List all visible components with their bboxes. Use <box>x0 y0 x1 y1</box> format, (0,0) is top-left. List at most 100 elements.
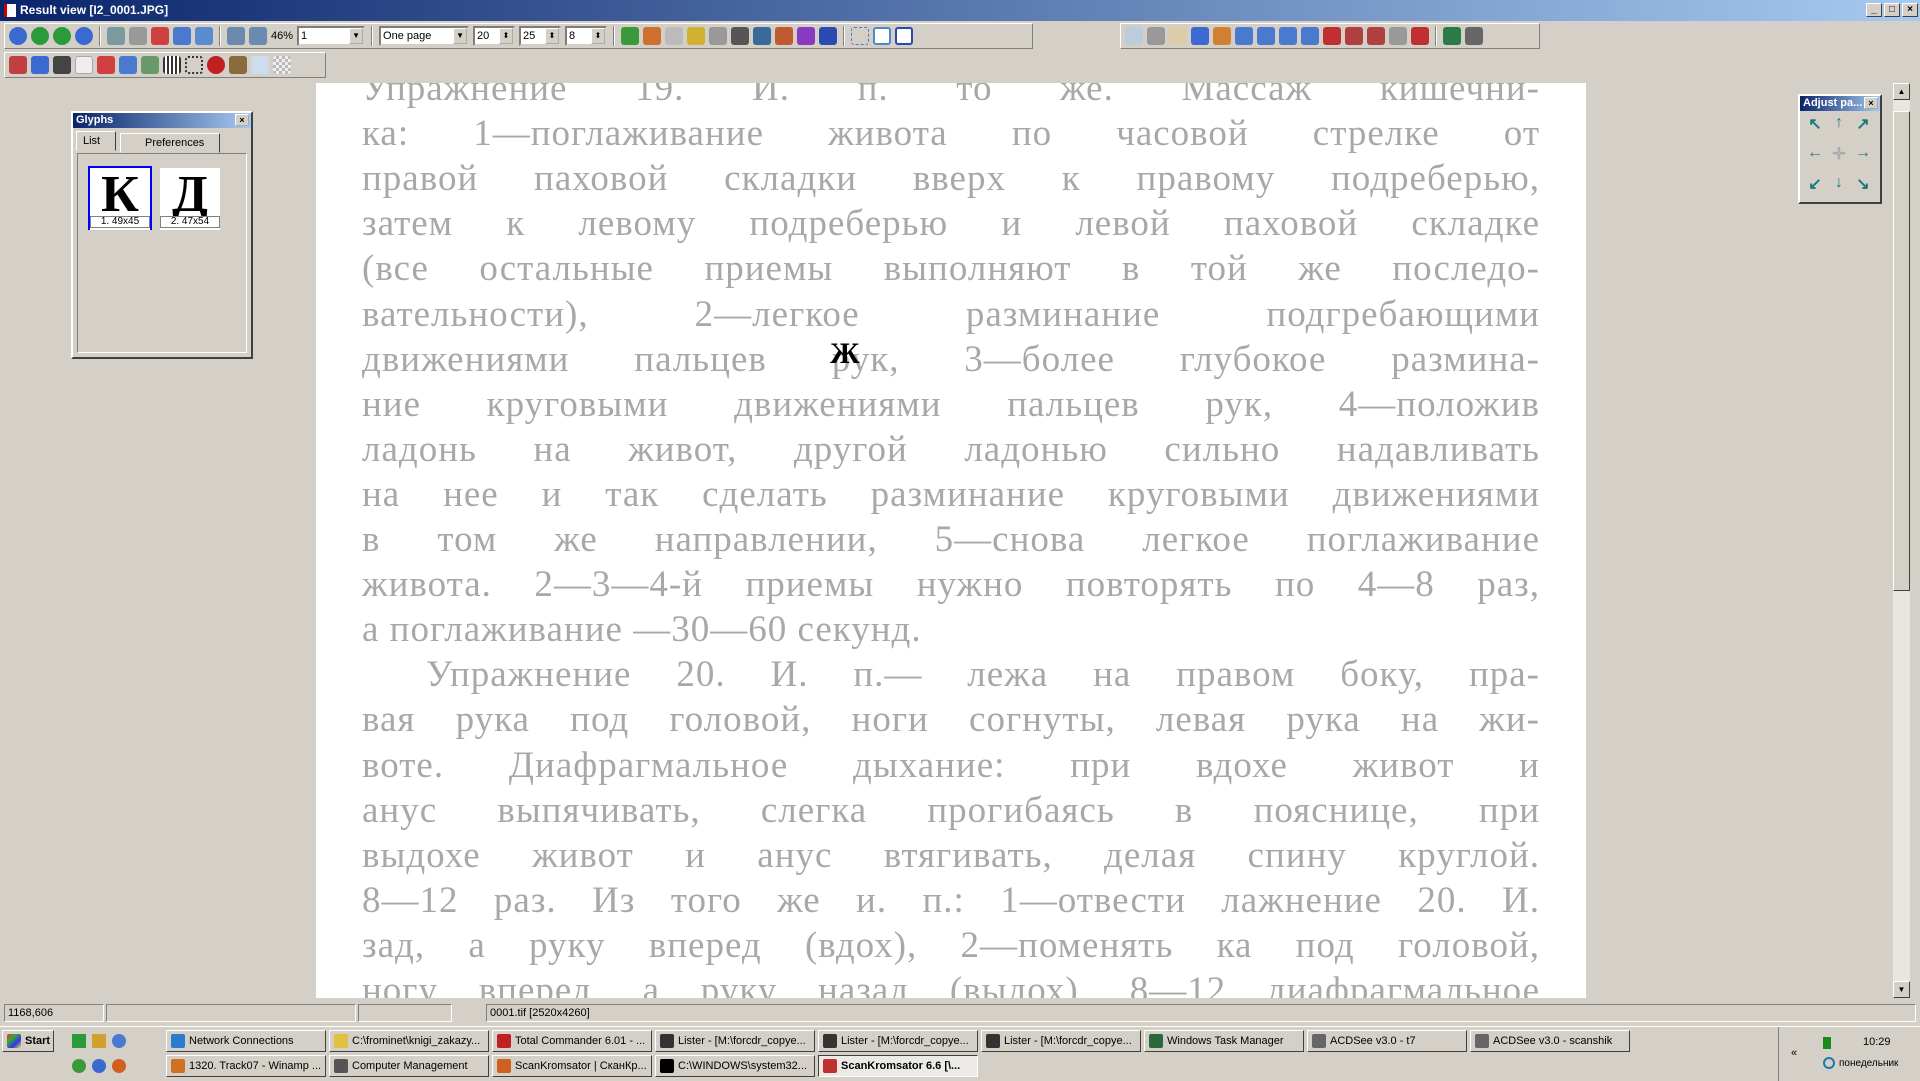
split-view-icon[interactable] <box>31 56 49 74</box>
curves-icon[interactable] <box>1367 27 1385 45</box>
fill-icon[interactable] <box>119 56 137 74</box>
levels-icon[interactable] <box>1345 27 1363 45</box>
zoom-level[interactable]: 46% <box>271 30 293 42</box>
quicklaunch-icon[interactable] <box>72 1034 86 1048</box>
next-page-icon[interactable] <box>53 27 71 45</box>
palette-icon[interactable] <box>775 27 794 45</box>
taskbar-button[interactable]: C:\frominet\knigi_zakazy... <box>329 1030 489 1052</box>
print-icon[interactable] <box>1465 27 1483 45</box>
stamp-icon[interactable] <box>753 27 772 45</box>
columns-icon[interactable] <box>53 56 71 74</box>
taskbar-button[interactable]: Computer Management <box>329 1055 489 1077</box>
arrow-down-right-icon[interactable]: ↘ <box>1852 174 1874 194</box>
calculator-icon[interactable] <box>107 27 125 45</box>
zoom-in-icon[interactable] <box>249 27 267 45</box>
crop-icon[interactable] <box>1235 27 1253 45</box>
last-page-icon[interactable] <box>75 27 93 45</box>
magic-wand-icon[interactable] <box>687 27 706 45</box>
tools-icon[interactable] <box>129 27 147 45</box>
taskbar-button[interactable]: Lister - [M:\forcdr_copye... <box>981 1030 1141 1052</box>
adjust-close-button[interactable]: × <box>1864 97 1878 109</box>
info-icon[interactable] <box>195 27 213 45</box>
frame-icon[interactable] <box>185 56 203 74</box>
picture-icon[interactable] <box>141 56 159 74</box>
margin-icon[interactable] <box>873 27 892 45</box>
quicklaunch-icon[interactable] <box>112 1034 126 1048</box>
arrow-right-icon[interactable]: → <box>1852 144 1874 162</box>
arrow-down-left-icon[interactable]: ↙ <box>1804 174 1826 194</box>
undo-icon[interactable] <box>1191 27 1209 45</box>
rotate-icon[interactable] <box>1279 27 1297 45</box>
eraser-icon[interactable] <box>665 27 684 45</box>
view-icon[interactable] <box>9 56 27 74</box>
chrome-icon[interactable] <box>72 1059 86 1073</box>
arrow-down-icon[interactable]: ↓ <box>1828 174 1850 192</box>
cut-icon[interactable] <box>1147 27 1165 45</box>
taskbar-button[interactable]: C:\WINDOWS\system32... <box>655 1055 815 1077</box>
brush2-icon[interactable] <box>643 27 662 45</box>
glyphs-close-button[interactable]: × <box>235 114 249 126</box>
grid-icon[interactable] <box>163 56 181 74</box>
deskew-icon[interactable] <box>819 27 838 45</box>
scroll-thumb[interactable] <box>1893 111 1910 591</box>
blur-icon[interactable] <box>1389 27 1407 45</box>
quicklaunch-icon[interactable] <box>92 1034 106 1048</box>
clock[interactable]: 10:29 <box>1863 1036 1891 1048</box>
paste-icon[interactable] <box>1169 27 1187 45</box>
taskbar-button[interactable]: ScanKromsator | СканКр... <box>492 1055 652 1077</box>
rotate2-icon[interactable] <box>1301 27 1319 45</box>
pencil-icon[interactable] <box>229 56 247 74</box>
first-page-icon[interactable] <box>9 27 27 45</box>
vertical-scrollbar[interactable]: ▲ ▼ <box>1893 83 1910 998</box>
maximize-button[interactable]: □ <box>1884 3 1900 17</box>
taskbar-button[interactable]: Windows Task Manager <box>1144 1030 1304 1052</box>
page-select[interactable]: 1 ▼ <box>297 26 366 46</box>
ie-icon[interactable] <box>92 1059 106 1073</box>
image-icon[interactable] <box>1323 27 1341 45</box>
taskbar-button[interactable]: Lister - [M:\forcdr_copye... <box>655 1030 815 1052</box>
bug-icon[interactable] <box>1411 27 1429 45</box>
scroll-down-button[interactable]: ▼ <box>1893 981 1910 998</box>
text-icon[interactable] <box>97 56 115 74</box>
spin-2[interactable]: 25 ⬍ <box>519 26 562 46</box>
arrow-up-right-icon[interactable]: ↗ <box>1852 114 1874 134</box>
minimize-button[interactable]: _ <box>1866 3 1882 17</box>
zoom-out-icon[interactable] <box>227 27 245 45</box>
taskbar-button[interactable]: Total Commander 6.01 - ... <box>492 1030 652 1052</box>
taskbar-button[interactable]: ACDSee v3.0 - scanshik <box>1470 1030 1630 1052</box>
taskbar-button[interactable]: ScanKromsator 6.6 [\... <box>818 1055 978 1077</box>
scroll-up-button[interactable]: ▲ <box>1893 83 1910 100</box>
brush-icon[interactable] <box>621 27 640 45</box>
copy-icon[interactable] <box>1125 27 1143 45</box>
select-region-icon[interactable] <box>851 27 870 45</box>
taskbar-button[interactable]: ACDSee v3.0 - t7 <box>1307 1030 1467 1052</box>
target-icon[interactable] <box>207 56 225 74</box>
export-icon[interactable] <box>173 27 191 45</box>
center-icon[interactable]: ✛ <box>1828 144 1850 164</box>
taskbar-button[interactable]: Network Connections <box>166 1030 326 1052</box>
pointer-icon[interactable] <box>75 56 93 74</box>
arrow-up-left-icon[interactable]: ↖ <box>1804 114 1826 134</box>
arrow-up-icon[interactable]: ↑ <box>1828 114 1850 132</box>
close-button[interactable]: × <box>1902 3 1918 17</box>
taskbar-button[interactable]: 1320. Track07 - Winamp ... <box>166 1055 326 1077</box>
split-icon[interactable] <box>1257 27 1275 45</box>
color-grid-icon[interactable] <box>797 27 816 45</box>
pin-icon[interactable] <box>709 27 728 45</box>
taskbar-button[interactable]: Lister - [M:\forcdr_copye... <box>818 1030 978 1052</box>
spin-1[interactable]: 20 ⬍ <box>473 26 516 46</box>
tab-list[interactable]: List <box>76 131 116 151</box>
document-icon[interactable] <box>731 27 750 45</box>
hand-icon[interactable] <box>251 56 269 74</box>
filter-icon[interactable] <box>151 27 169 45</box>
prev-page-icon[interactable] <box>31 27 49 45</box>
transparency-icon[interactable] <box>273 56 291 74</box>
firefox-icon[interactable] <box>112 1059 126 1073</box>
output-icon[interactable] <box>1443 27 1461 45</box>
tab-preferences[interactable]: Preferences <box>120 133 220 153</box>
start-button[interactable]: Start <box>2 1030 54 1052</box>
tray-expand-icon[interactable]: « <box>1791 1047 1797 1059</box>
arrow-left-icon[interactable]: ← <box>1804 144 1826 162</box>
language-icon[interactable] <box>1823 1057 1835 1069</box>
spin-3[interactable]: 8 ⬍ <box>565 26 608 46</box>
